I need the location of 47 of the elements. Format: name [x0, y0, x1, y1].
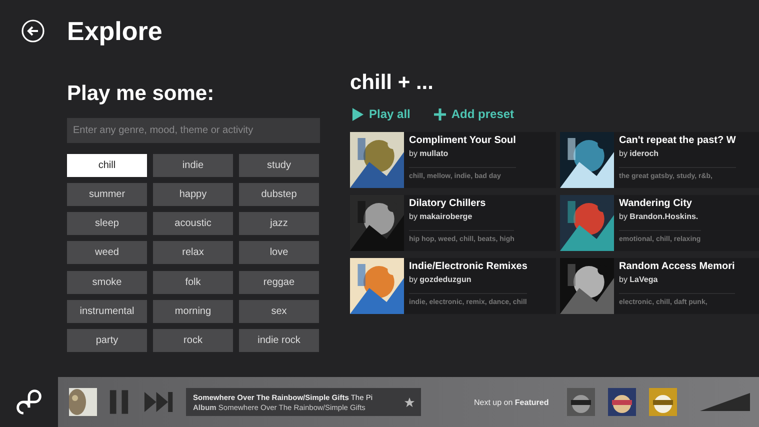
star-icon[interactable] — [404, 396, 415, 408]
mix-title: Can't repeat the past? W — [619, 135, 736, 146]
tag-button[interactable]: relax — [153, 241, 233, 264]
results-heading: chill + ... — [350, 71, 434, 96]
tag-button[interactable]: happy — [153, 183, 233, 206]
mix-author: by ideroch — [619, 149, 660, 158]
tag-button[interactable]: indie rock — [239, 328, 319, 352]
tag-button[interactable]: sleep — [67, 212, 147, 236]
mix-author: by Brandon.Hoskins. — [619, 212, 700, 221]
next-up-label: Next up on Featured — [474, 398, 549, 406]
play-icon — [352, 108, 364, 120]
tag-button[interactable]: rock — [153, 328, 233, 352]
tag-button[interactable]: summer — [67, 183, 147, 206]
page-title: Explore — [67, 16, 162, 46]
back-icon[interactable] — [21, 19, 45, 43]
tag-button[interactable]: dubstep — [239, 183, 319, 206]
tag-button[interactable]: reggae — [239, 270, 319, 294]
tag-button[interactable]: chill — [67, 154, 147, 177]
tag-button[interactable]: morning — [153, 300, 233, 323]
tag-button[interactable]: indie — [153, 154, 233, 177]
section-heading: Play me some: — [67, 82, 216, 107]
tag-button[interactable]: study — [239, 154, 319, 177]
tag-button[interactable]: smoke — [67, 270, 147, 294]
mix-author: by gozdeduzgun — [409, 275, 472, 284]
action-button[interactable]: Play all — [350, 107, 412, 121]
tag-button[interactable]: instrumental — [67, 300, 147, 323]
tag-button[interactable]: weed — [67, 241, 147, 264]
search-field[interactable]: Enter any genre, mood, theme or activity — [67, 118, 320, 143]
infinity-logo-icon[interactable] — [15, 388, 43, 416]
tag-button[interactable]: sex — [239, 300, 319, 323]
action-button[interactable]: Add preset — [432, 107, 516, 121]
plus-icon — [434, 108, 446, 120]
mix-author: by makairoberge — [409, 212, 474, 221]
mix-author: by mullato — [409, 149, 450, 158]
mix-title: Wandering City — [619, 198, 693, 209]
mix-title: Random Access Memori — [619, 261, 735, 272]
mix-title: Dilatory Chillers — [409, 198, 487, 209]
tag-button[interactable]: party — [67, 328, 147, 352]
tag-button[interactable]: folk — [153, 270, 233, 294]
mix-title: Compliment Your Soul — [409, 135, 516, 146]
tag-button[interactable]: acoustic — [153, 212, 233, 236]
mix-title: Indie/Electronic Remixes — [409, 261, 528, 272]
volume-icon[interactable] — [700, 393, 750, 411]
tag-button[interactable]: jazz — [239, 212, 319, 236]
mix-author: by LaVega — [619, 275, 659, 284]
skip-next-icon[interactable] — [143, 392, 175, 412]
tag-button[interactable]: love — [239, 241, 319, 264]
